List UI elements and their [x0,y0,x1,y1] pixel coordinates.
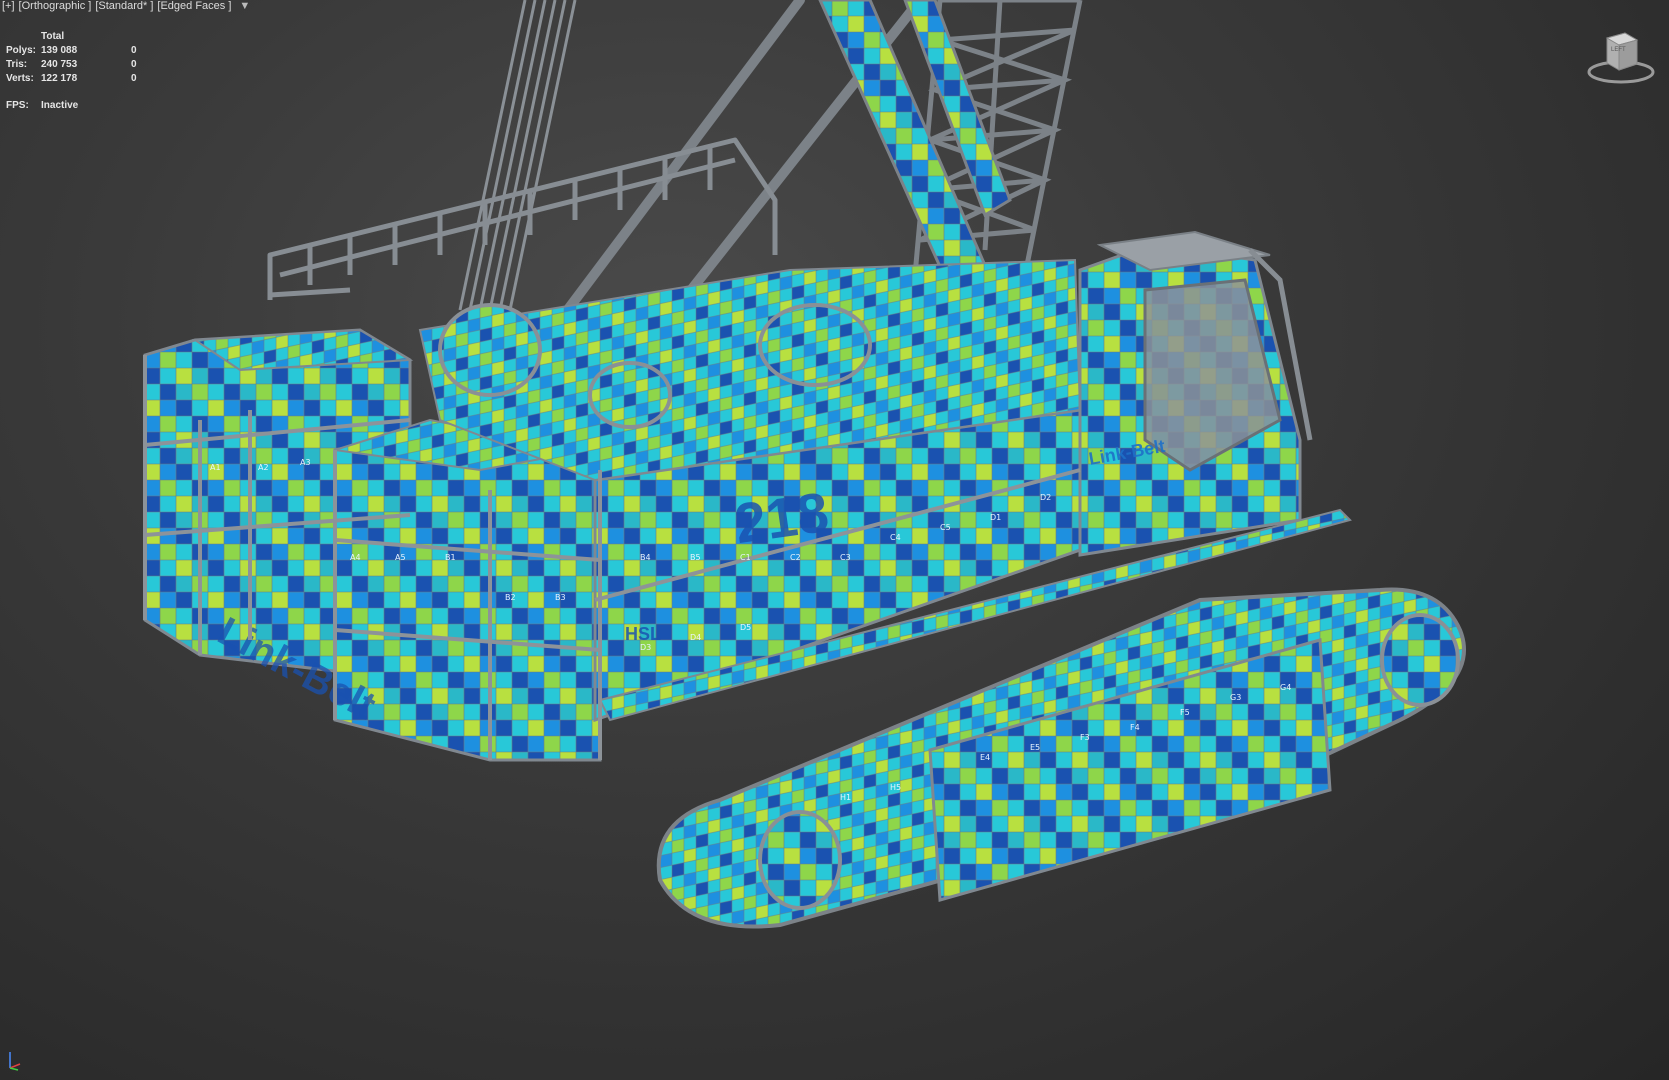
uv-tile-label: A5 [395,553,406,562]
uv-tile-label: C4 [890,533,901,542]
axis-tripod-icon [9,1052,21,1071]
uv-tile-label: A2 [258,463,269,472]
uv-tile-label: D4 [690,633,701,642]
fps-readout: FPS: Inactive [6,100,161,111]
crane-model[interactable]: 218 HSL Link-Belt Link-Belt A1 A2A3A4 A5 B1… [0,0,1669,1080]
viewport-label-menu: [+] [Orthographic ] [Standard* ] [Edged … [2,0,250,12]
uv-tile-label: G4 [1280,683,1291,692]
viewport-shading-menu[interactable]: [Standard* ] [95,0,153,12]
decal-suffix: HSL [625,624,661,644]
stats-row-verts: Verts: 122 178 0 [6,72,161,86]
uv-tile-label: D1 [990,513,1001,522]
filter-icon[interactable]: ▼ [239,0,250,12]
viewport-point-of-view-menu[interactable]: [Orthographic ] [19,0,92,12]
uv-tile-label: A1 [210,463,221,472]
uv-tile-label: F3 [1080,733,1090,742]
uv-tile-label: B2 [505,593,516,602]
stats-header-total: Total [41,31,65,42]
uv-tile-label: B5 [690,553,701,562]
uv-tile-label: B4 [640,553,651,562]
decal-model-number: 218 [731,480,832,555]
viewport-3d[interactable]: 218 HSL Link-Belt Link-Belt A1 A2 A3 A4 A5 B1… [0,0,1669,1080]
viewcube-face-label: LEFT [1611,47,1626,53]
stats-selected: 0 [131,45,137,56]
stats-row-tris: Tris: 240 753 0 [6,58,161,72]
uv-tile-label: D2 [1040,493,1051,502]
stats-label: Polys: [6,45,37,56]
uv-tile-label: A4 [350,553,361,562]
uv-tile-label: A3 [300,458,311,467]
uv-tile-label: C3 [840,553,851,562]
viewport-general-menu[interactable]: [+] [2,0,15,12]
uv-tile-label: C5 [940,523,951,532]
uv-tile-label: B1 [445,553,456,562]
uv-tile-label: D5 [740,623,751,632]
fps-value: Inactive [41,100,79,111]
uv-tile-label: G3 [1230,693,1241,702]
stats-selected: 0 [131,73,137,84]
uv-tile-label: E4 [980,753,990,762]
stats-total: 122 178 [41,73,78,84]
uv-tile-label: E5 [1030,743,1040,752]
track-sprocket-rear [1380,613,1460,707]
stats-row-polys: Polys: 139 088 0 [6,44,161,58]
stats-label: Verts: [6,73,34,84]
stats-total: 139 088 [41,45,78,56]
uv-tile-label: F5 [1180,708,1190,717]
uv-tile-label: B3 [555,593,566,602]
statistics-overlay: Total Polys: 139 088 0 Tris: 240 753 0 V… [6,30,161,111]
uv-tile-label: F4 [1130,723,1140,732]
uv-tile-label: H1 [840,793,851,802]
viewport-display-style-menu[interactable]: [Edged Faces ] [157,0,231,12]
uv-tile-label: D3 [640,643,651,652]
track-idler-front [758,810,842,910]
uv-tile-label: H5 [890,783,901,792]
upper-body-left [333,418,602,762]
stats-total: 240 753 [41,59,78,70]
stats-selected: 0 [131,59,137,70]
uv-tile-label: C1 [740,553,751,562]
uv-tile-label: C2 [790,553,801,562]
viewcube-icon[interactable]: LEFT [1585,28,1655,88]
stats-label: Tris: [6,59,28,70]
hoist-cables [458,0,577,311]
fps-label: FPS: [6,100,29,111]
